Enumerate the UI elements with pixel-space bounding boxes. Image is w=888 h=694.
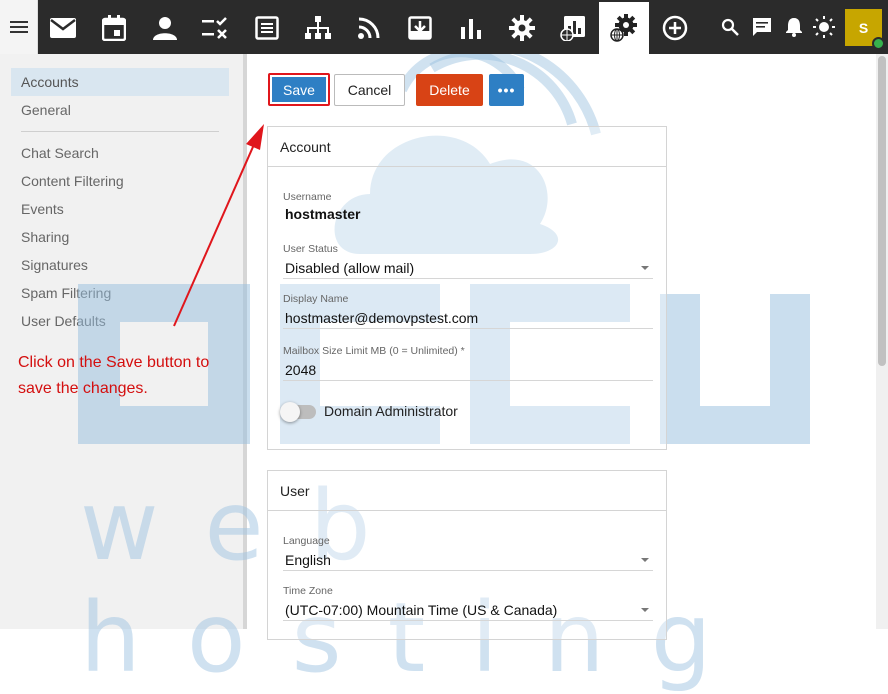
user-status-label: User Status bbox=[283, 243, 338, 255]
chat-button[interactable] bbox=[749, 12, 775, 42]
app-settings-button[interactable] bbox=[497, 2, 547, 54]
domain-admin-label: Domain Administrator bbox=[324, 403, 458, 419]
domain-reports-icon bbox=[560, 16, 585, 41]
mailbox-size-label: Mailbox Size Limit MB (0 = Unlimited) * bbox=[283, 345, 465, 357]
user-status-text: Disabled (allow mail) bbox=[285, 259, 415, 276]
display-name-input[interactable]: hostmaster@demovpstest.com bbox=[283, 307, 653, 329]
add-circle-icon bbox=[662, 15, 688, 41]
chat-icon bbox=[753, 18, 771, 36]
email-icon bbox=[50, 18, 76, 38]
display-name-label: Display Name bbox=[283, 293, 349, 305]
mailbox-size-input[interactable]: 2048 bbox=[283, 359, 653, 381]
app-reports-button[interactable] bbox=[446, 2, 496, 54]
app-domain-reports-button[interactable] bbox=[548, 2, 598, 54]
top-app-bar: S bbox=[0, 0, 888, 54]
menu-button[interactable] bbox=[0, 0, 38, 54]
domain-admin-toggle[interactable] bbox=[280, 402, 316, 422]
notes-icon bbox=[255, 16, 279, 40]
username-value: hostmaster bbox=[285, 206, 361, 222]
scrollbar-thumb[interactable] bbox=[878, 56, 886, 366]
user-status-select[interactable]: User Status Disabled (allow mail) bbox=[283, 243, 653, 279]
caret-down-icon bbox=[641, 557, 649, 562]
save-button-label: Save bbox=[272, 77, 326, 102]
display-name-field[interactable]: Display Name hostmaster@demovpstest.com bbox=[283, 293, 653, 329]
app-archive-button[interactable] bbox=[395, 2, 445, 54]
username-label: Username bbox=[283, 191, 332, 203]
rss-icon bbox=[358, 17, 380, 39]
delete-button[interactable]: Delete bbox=[416, 74, 483, 106]
contacts-icon bbox=[153, 17, 177, 40]
user-card-title: User bbox=[268, 471, 666, 511]
online-status-dot bbox=[872, 37, 885, 50]
app-contacts-button[interactable] bbox=[140, 2, 190, 54]
brightness-icon bbox=[813, 16, 835, 38]
domain-settings-icon bbox=[610, 14, 637, 42]
avatar-initial: S bbox=[858, 19, 869, 36]
notifications-button[interactable] bbox=[781, 12, 807, 42]
tasks-icon bbox=[202, 17, 227, 39]
app-calendar-button[interactable] bbox=[89, 2, 139, 54]
search-icon bbox=[721, 18, 739, 36]
cancel-button[interactable]: Cancel bbox=[334, 74, 405, 106]
app-email-button[interactable] bbox=[38, 2, 88, 54]
sitemap-icon bbox=[305, 16, 331, 39]
language-label: Language bbox=[283, 535, 330, 547]
user-card: User Language English Time Zone (UTC-07:… bbox=[267, 470, 667, 640]
bar-chart-icon bbox=[461, 19, 481, 39]
save-button[interactable]: Save bbox=[268, 73, 330, 106]
hamburger-icon bbox=[9, 21, 28, 33]
timezone-text: (UTC-07:00) Mountain Time (US & Canada) bbox=[285, 601, 558, 618]
calendar-icon bbox=[102, 15, 126, 41]
timezone-select[interactable]: Time Zone (UTC-07:00) Mountain Time (US … bbox=[283, 585, 653, 621]
archive-download-icon bbox=[408, 16, 432, 40]
caret-down-icon bbox=[641, 607, 649, 612]
add-new-button[interactable] bbox=[650, 2, 700, 54]
more-options-button[interactable]: ••• bbox=[489, 74, 524, 106]
app-notes-button[interactable] bbox=[242, 2, 292, 54]
language-value[interactable]: English bbox=[283, 549, 653, 571]
user-status-value[interactable]: Disabled (allow mail) bbox=[283, 257, 653, 279]
user-avatar[interactable]: S bbox=[845, 9, 885, 50]
gear-icon bbox=[509, 15, 535, 41]
account-card: Account Username hostmaster User Status … bbox=[267, 126, 667, 450]
app-sitemap-button[interactable] bbox=[293, 2, 343, 54]
search-button[interactable] bbox=[717, 12, 743, 42]
language-text: English bbox=[285, 551, 331, 568]
bell-icon bbox=[786, 18, 802, 37]
caret-down-icon bbox=[641, 265, 649, 270]
language-select[interactable]: Language English bbox=[283, 535, 653, 571]
theme-toggle-button[interactable] bbox=[811, 12, 837, 42]
app-tasks-button[interactable] bbox=[191, 2, 241, 54]
account-card-title: Account bbox=[268, 127, 666, 167]
username-field: Username hostmaster bbox=[283, 191, 653, 225]
toggle-knob bbox=[280, 402, 300, 422]
instruction-annotation: Click on the Save button to save the cha… bbox=[18, 354, 210, 397]
timezone-value[interactable]: (UTC-07:00) Mountain Time (US & Canada) bbox=[283, 599, 653, 621]
app-rss-button[interactable] bbox=[344, 2, 394, 54]
app-domain-settings-button[interactable] bbox=[599, 2, 649, 54]
annotation-arrow-icon bbox=[173, 124, 264, 327]
mailbox-size-field[interactable]: Mailbox Size Limit MB (0 = Unlimited) * … bbox=[283, 345, 653, 381]
timezone-label: Time Zone bbox=[283, 585, 333, 597]
